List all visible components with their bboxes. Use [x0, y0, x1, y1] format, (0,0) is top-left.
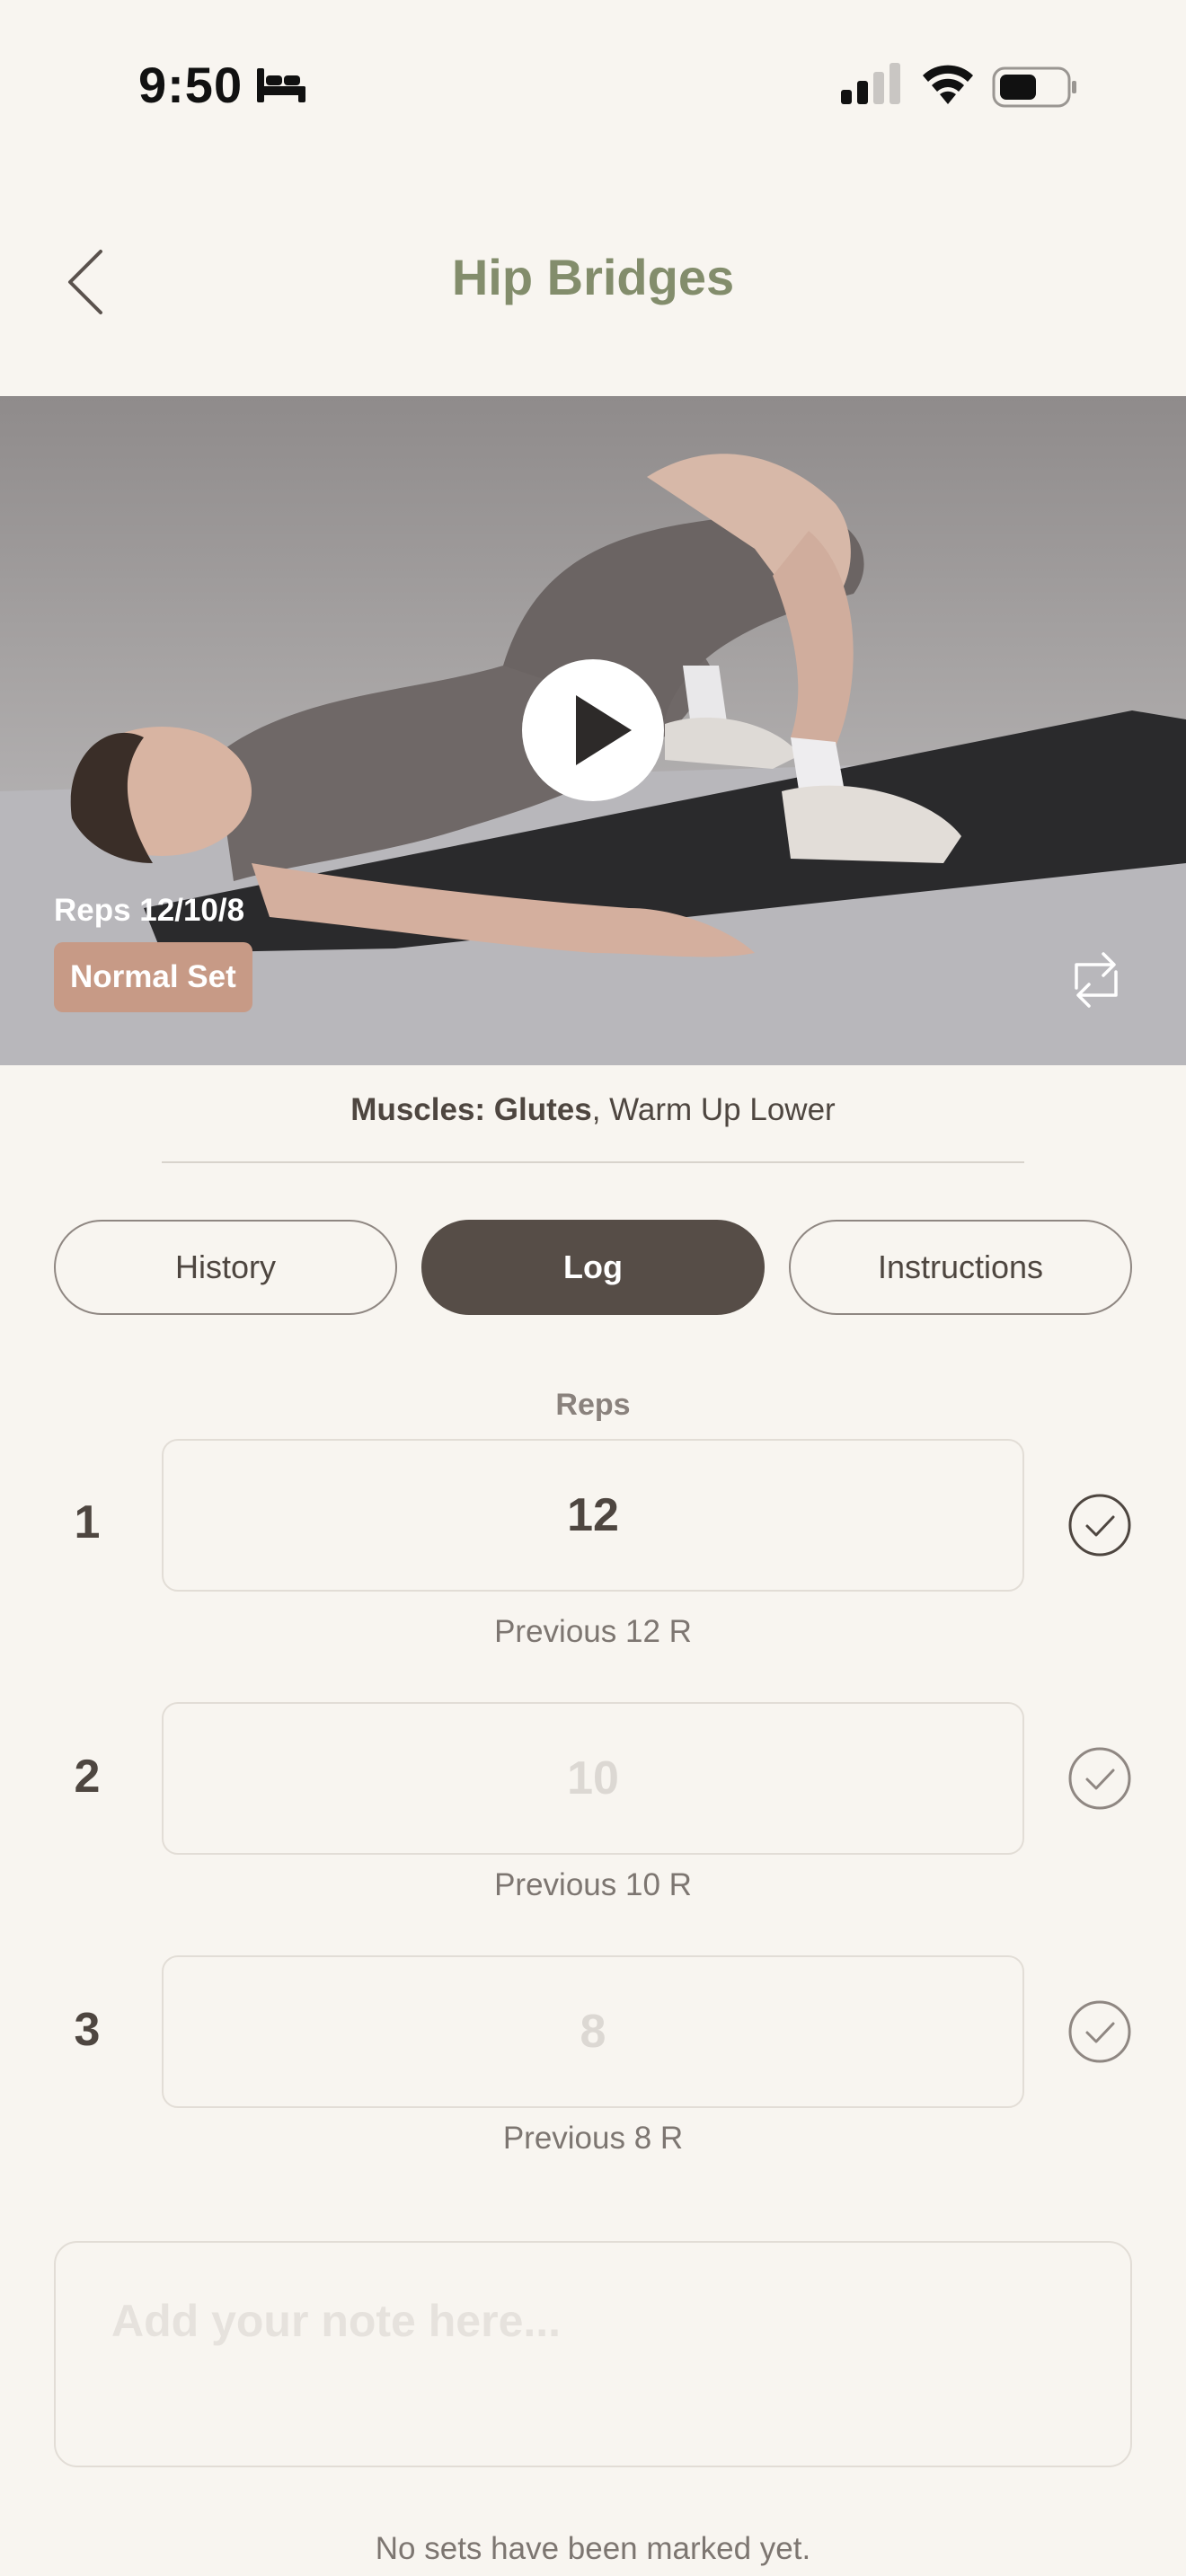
signal-icon [841, 63, 900, 104]
note-placeholder: Add your note here... [111, 2296, 562, 2346]
note-input[interactable]: Add your note here... [54, 2241, 1132, 2467]
swap-exercise-button[interactable] [1069, 948, 1123, 1011]
status-time: 9:50 [138, 57, 243, 113]
bed-icon [257, 68, 305, 102]
previous-reps: Previous 8 R [502, 2121, 684, 2156]
set-number: 1 [74, 1496, 101, 1548]
swap-icon [1075, 952, 1118, 1008]
play-icon [576, 695, 632, 765]
checkmark-icon [1068, 1494, 1131, 1557]
muscles-primary: Muscles: Glutes [350, 1092, 592, 1127]
no-sets-message: No sets have been marked yet. [375, 2531, 811, 2566]
complete-set-button[interactable] [1067, 1999, 1132, 2064]
reps-scheme: Reps 12/10/8 [54, 893, 245, 928]
wifi-icon [923, 65, 973, 104]
play-button[interactable] [522, 659, 664, 801]
reps-input[interactable]: 8 [162, 1955, 1024, 2108]
muscles-secondary: , Warm Up Lower [591, 1092, 836, 1127]
battery-icon [992, 66, 1076, 108]
checkmark-icon [1068, 2000, 1131, 2063]
set-type-badge: Normal Set [54, 942, 252, 1012]
complete-set-button[interactable] [1067, 1493, 1132, 1557]
set-number: 3 [74, 2004, 101, 2056]
checkmark-icon [1068, 1747, 1131, 1810]
complete-set-button[interactable] [1067, 1746, 1132, 1811]
reps-input[interactable]: 10 [162, 1702, 1024, 1855]
tab-history[interactable]: History [54, 1220, 397, 1315]
tab-instructions[interactable]: Instructions [789, 1220, 1132, 1315]
previous-reps: Previous 10 R [494, 1867, 692, 1902]
previous-reps: Previous 12 R [494, 1614, 692, 1649]
page-title: Hip Bridges [451, 249, 735, 305]
reps-input[interactable]: 12 [162, 1439, 1024, 1592]
set-number: 2 [74, 1751, 101, 1803]
muscles-info: Muscles: Glutes, Warm Up Lower [0, 1092, 1186, 1128]
reps-column-header: Reps [555, 1388, 631, 1422]
divider [162, 1161, 1024, 1163]
tab-log[interactable]: Log [421, 1220, 765, 1315]
